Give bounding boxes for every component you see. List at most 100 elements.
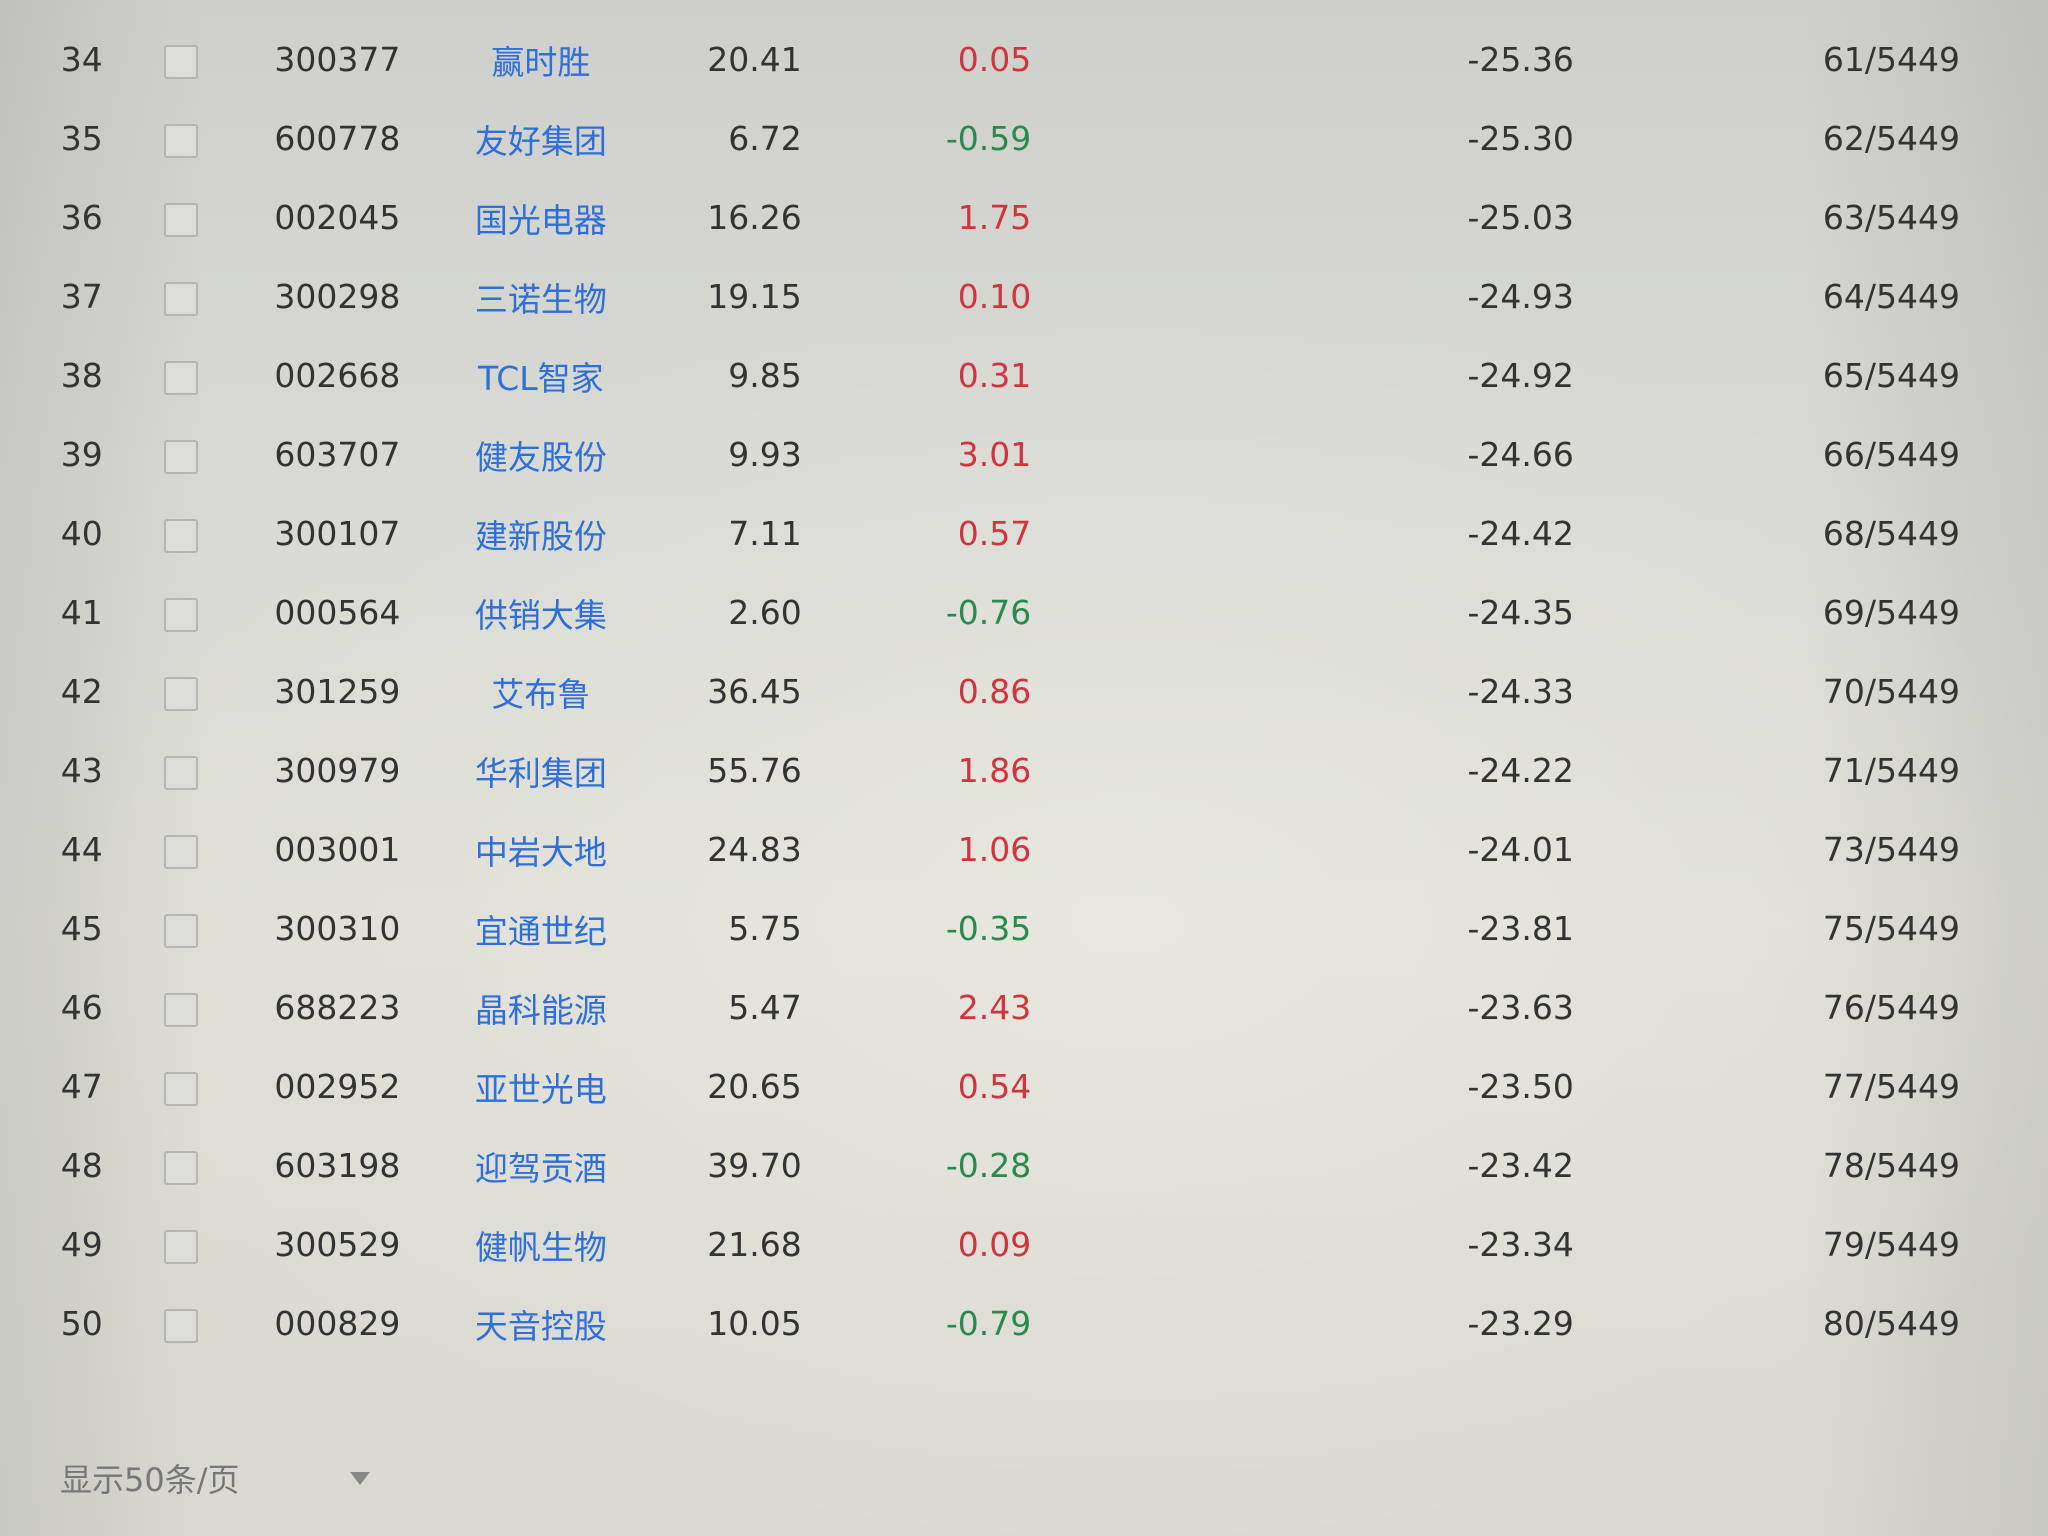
table-row[interactable]: 45 300310 宜通世纪 5.75 -0.35 -23.81 75/5449 bbox=[40, 889, 1960, 968]
stock-name-link[interactable]: 艾布鲁 bbox=[437, 652, 646, 731]
stock-price: 21.68 bbox=[707, 1225, 802, 1264]
spacer bbox=[1031, 1284, 1344, 1363]
metric-value: -23.81 bbox=[1467, 909, 1574, 948]
table-row[interactable]: 40 300107 建新股份 7.11 0.57 -24.42 68/5449 bbox=[40, 494, 1960, 573]
row-checkbox[interactable] bbox=[123, 257, 238, 336]
stock-name-link[interactable]: 中岩大地 bbox=[437, 810, 646, 889]
checkbox[interactable] bbox=[163, 202, 198, 237]
table-row[interactable]: 47 002952 亚世光电 20.65 0.54 -23.50 77/5449 bbox=[40, 1047, 1960, 1126]
row-index: 45 bbox=[60, 909, 103, 948]
stock-price: 36.45 bbox=[707, 672, 802, 711]
stock-name-link[interactable]: TCL智家 bbox=[437, 336, 646, 415]
metric-value: -23.34 bbox=[1467, 1225, 1574, 1264]
checkbox[interactable] bbox=[163, 597, 198, 632]
checkbox[interactable] bbox=[163, 755, 198, 790]
row-checkbox[interactable] bbox=[123, 731, 238, 810]
checkbox[interactable] bbox=[163, 360, 198, 395]
table-row[interactable]: 37 300298 三诺生物 19.15 0.10 -24.93 64/5449 bbox=[40, 257, 1960, 336]
stock-price: 19.15 bbox=[707, 277, 802, 316]
stock-code: 600778 bbox=[274, 119, 401, 158]
checkbox[interactable] bbox=[163, 1150, 198, 1185]
row-checkbox[interactable] bbox=[123, 494, 238, 573]
stock-code: 002952 bbox=[274, 1067, 401, 1106]
row-index: 49 bbox=[60, 1225, 103, 1264]
table-row[interactable]: 44 003001 中岩大地 24.83 1.06 -24.01 73/5449 bbox=[40, 810, 1960, 889]
table-row[interactable]: 36 002045 国光电器 16.26 1.75 -25.03 63/5449 bbox=[40, 178, 1960, 257]
metric-value: -25.36 bbox=[1467, 40, 1574, 79]
checkbox[interactable] bbox=[163, 281, 198, 316]
table-row[interactable]: 41 000564 供销大集 2.60 -0.76 -24.35 69/5449 bbox=[40, 573, 1960, 652]
table-row[interactable]: 46 688223 晶科能源 5.47 2.43 -23.63 76/5449 bbox=[40, 968, 1960, 1047]
stock-name-link[interactable]: 华利集团 bbox=[437, 731, 646, 810]
stock-name-link[interactable]: 晶科能源 bbox=[437, 968, 646, 1047]
checkbox[interactable] bbox=[163, 834, 198, 869]
table-row[interactable]: 48 603198 迎驾贡酒 39.70 -0.28 -23.42 78/5449 bbox=[40, 1126, 1960, 1205]
row-checkbox[interactable] bbox=[123, 20, 238, 99]
metric-value: -23.50 bbox=[1467, 1067, 1574, 1106]
rank-value: 61/5449 bbox=[1822, 40, 1960, 79]
row-checkbox[interactable] bbox=[123, 889, 238, 968]
checkbox[interactable] bbox=[163, 1229, 198, 1264]
metric-value: -24.01 bbox=[1467, 830, 1574, 869]
metric-value: -24.22 bbox=[1467, 751, 1574, 790]
row-checkbox[interactable] bbox=[123, 178, 238, 257]
stock-name-link[interactable]: 宜通世纪 bbox=[437, 889, 646, 968]
stock-name-link[interactable]: 国光电器 bbox=[437, 178, 646, 257]
stock-name-link[interactable]: 友好集团 bbox=[437, 99, 646, 178]
table-row[interactable]: 50 000829 天音控股 10.05 -0.79 -23.29 80/5449 bbox=[40, 1284, 1960, 1363]
price-change: 0.57 bbox=[957, 514, 1032, 553]
row-checkbox[interactable] bbox=[123, 1284, 238, 1363]
table-row[interactable]: 35 600778 友好集团 6.72 -0.59 -25.30 62/5449 bbox=[40, 99, 1960, 178]
checkbox[interactable] bbox=[163, 1071, 198, 1106]
checkbox[interactable] bbox=[163, 439, 198, 474]
stock-name-link[interactable]: 健帆生物 bbox=[437, 1205, 646, 1284]
price-change: 0.10 bbox=[957, 277, 1032, 316]
price-change: 0.31 bbox=[957, 356, 1032, 395]
checkbox[interactable] bbox=[163, 913, 198, 948]
row-checkbox[interactable] bbox=[123, 573, 238, 652]
stock-name-link[interactable]: 健友股份 bbox=[437, 415, 646, 494]
stock-price: 5.47 bbox=[728, 988, 802, 1027]
page-size-selector[interactable]: 显示50条/页 bbox=[60, 1455, 370, 1501]
stock-name-link[interactable]: 亚世光电 bbox=[437, 1047, 646, 1126]
row-checkbox[interactable] bbox=[123, 1126, 238, 1205]
row-checkbox[interactable] bbox=[123, 336, 238, 415]
row-checkbox[interactable] bbox=[123, 652, 238, 731]
table-row[interactable]: 43 300979 华利集团 55.76 1.86 -24.22 71/5449 bbox=[40, 731, 1960, 810]
row-checkbox[interactable] bbox=[123, 415, 238, 494]
stock-ranking-table: 34 300377 赢时胜 20.41 0.05 -25.36 61/5449 35 60077… bbox=[40, 20, 1960, 1363]
table-row[interactable]: 38 002668 TCL智家 9.85 0.31 -24.92 65/5449 bbox=[40, 336, 1960, 415]
table-row[interactable]: 42 301259 艾布鲁 36.45 0.86 -24.33 70/5449 bbox=[40, 652, 1960, 731]
stock-name-link[interactable]: 供销大集 bbox=[437, 573, 646, 652]
caret-down-icon[interactable] bbox=[349, 1471, 370, 1485]
price-change: 0.86 bbox=[957, 672, 1032, 711]
checkbox[interactable] bbox=[163, 1308, 198, 1343]
checkbox[interactable] bbox=[163, 44, 198, 79]
table-row[interactable]: 49 300529 健帆生物 21.68 0.09 -23.34 79/5449 bbox=[40, 1205, 1960, 1284]
stock-name-link[interactable]: 天音控股 bbox=[437, 1284, 646, 1363]
spacer bbox=[1031, 1126, 1344, 1205]
stock-name-link[interactable]: 迎驾贡酒 bbox=[437, 1126, 646, 1205]
spacer bbox=[1031, 178, 1344, 257]
stock-name-link[interactable]: 赢时胜 bbox=[437, 20, 646, 99]
price-change: 0.54 bbox=[957, 1067, 1032, 1106]
stock-name-link[interactable]: 三诺生物 bbox=[437, 257, 646, 336]
stock-price: 10.05 bbox=[707, 1304, 802, 1343]
stock-code: 300107 bbox=[274, 514, 401, 553]
checkbox[interactable] bbox=[163, 518, 198, 553]
row-checkbox[interactable] bbox=[123, 1205, 238, 1284]
checkbox[interactable] bbox=[163, 123, 198, 158]
checkbox[interactable] bbox=[163, 676, 198, 711]
row-checkbox[interactable] bbox=[123, 99, 238, 178]
checkbox[interactable] bbox=[163, 992, 198, 1027]
row-checkbox[interactable] bbox=[123, 810, 238, 889]
row-checkbox[interactable] bbox=[123, 968, 238, 1047]
table-row[interactable]: 39 603707 健友股份 9.93 3.01 -24.66 66/5449 bbox=[40, 415, 1960, 494]
table-row[interactable]: 34 300377 赢时胜 20.41 0.05 -25.36 61/5449 bbox=[40, 20, 1960, 99]
rank-value: 80/5449 bbox=[1822, 1304, 1960, 1343]
spacer bbox=[1031, 573, 1344, 652]
row-index: 47 bbox=[60, 1067, 103, 1106]
stock-code: 603198 bbox=[274, 1146, 401, 1185]
row-checkbox[interactable] bbox=[123, 1047, 238, 1126]
stock-name-link[interactable]: 建新股份 bbox=[437, 494, 646, 573]
